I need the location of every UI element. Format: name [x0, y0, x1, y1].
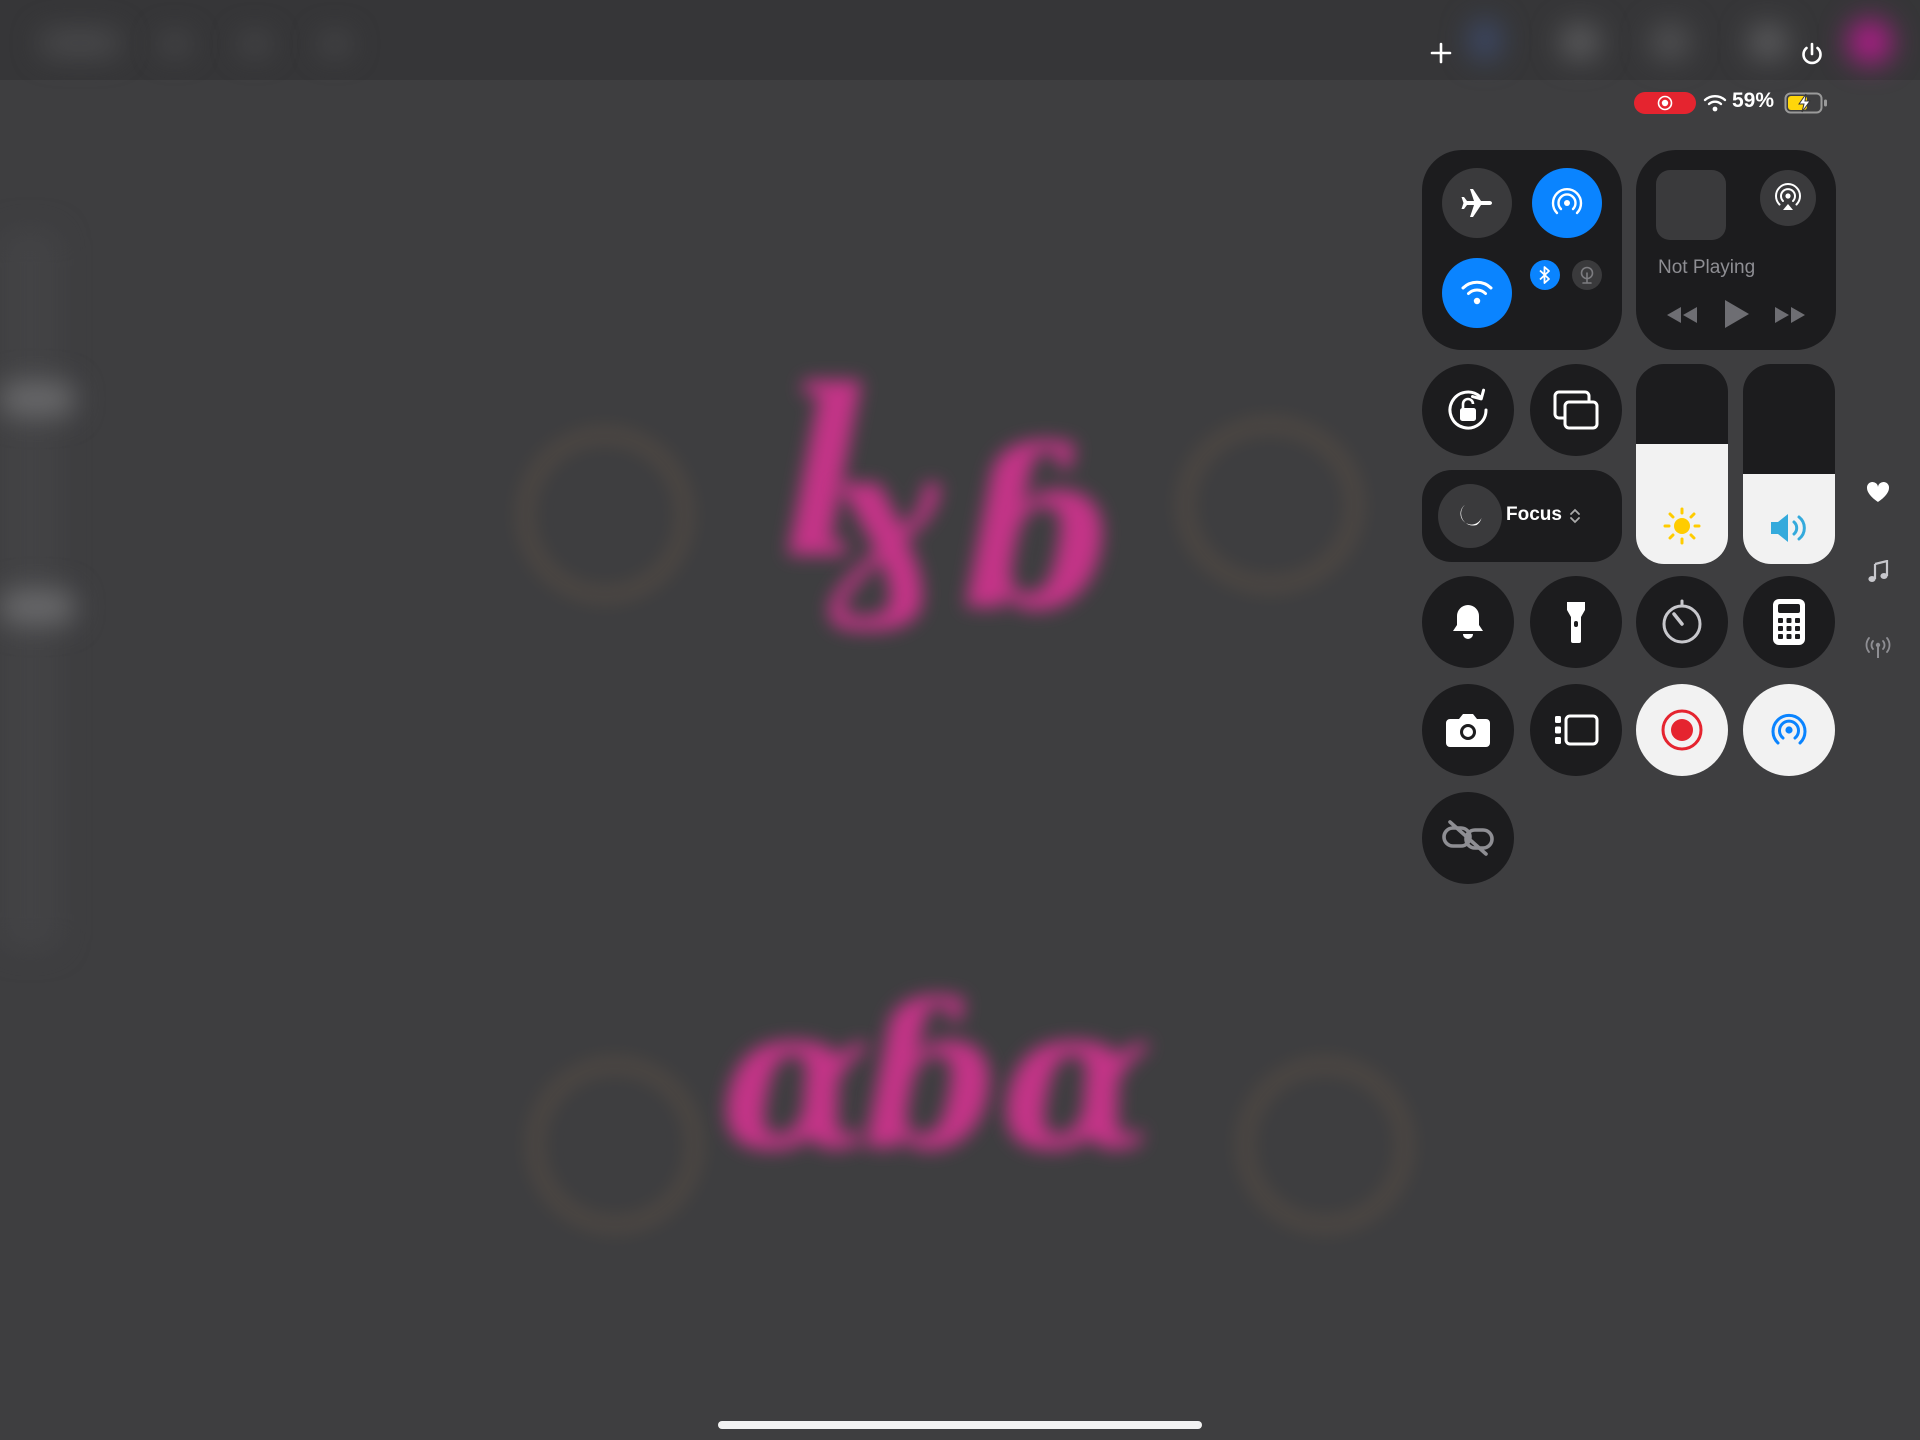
- now-playing-status: Not Playing: [1658, 257, 1756, 278]
- focus-button[interactable]: Focus: [1422, 470, 1622, 562]
- battery-charging-icon: [1784, 90, 1830, 116]
- background-toolbar-item: [1650, 24, 1690, 60]
- chevron-up-down-icon: [1568, 506, 1582, 526]
- background-slider-handle: [0, 382, 75, 416]
- home-indicator[interactable]: [718, 1421, 1202, 1429]
- bluetooth-icon: [1539, 266, 1550, 284]
- link-icon: [1442, 820, 1494, 856]
- background-artwork-top: ɓ: [960, 400, 1114, 659]
- background-artwork-top: ɣ: [820, 400, 941, 635]
- hearing-icon: [1771, 713, 1807, 745]
- background-art-swirl: [1240, 1060, 1410, 1230]
- screen-record-icon: [1661, 709, 1703, 751]
- wifi-toggle[interactable]: [1442, 258, 1512, 328]
- cellular-toggle[interactable]: [1572, 260, 1602, 290]
- background-toolbar: [0, 0, 1920, 80]
- add-control-button[interactable]: [1426, 38, 1456, 68]
- battery-percentage: 59%: [1732, 89, 1775, 112]
- background-artwork-bottom: ɓ: [860, 960, 1000, 1195]
- connectivity-module: [1422, 150, 1622, 350]
- wifi-status-icon: [1702, 92, 1728, 114]
- wifi-icon: [1461, 280, 1493, 305]
- screen-mirroring-icon: [1553, 390, 1599, 430]
- favorites-page-button[interactable]: [1864, 478, 1892, 506]
- connectivity-page-button[interactable]: [1864, 634, 1892, 662]
- background-toolbar-item: [40, 30, 120, 56]
- background-art-swirl: [1180, 420, 1360, 590]
- focus-label: Focus: [1506, 504, 1562, 525]
- background-toolbar-item: [1748, 24, 1788, 60]
- calculator-button[interactable]: [1743, 576, 1835, 668]
- play-icon: [1725, 300, 1749, 328]
- background-art-swirl: [520, 430, 690, 600]
- fast-forward-button[interactable]: [1770, 300, 1810, 330]
- screen-recording-indicator[interactable]: [1634, 92, 1696, 114]
- background-artwork-bottom: ɑ: [1000, 960, 1154, 1195]
- calculator-icon: [1773, 599, 1805, 645]
- speaker-icon: [1771, 514, 1806, 542]
- screen-lock-rotation-icon: [1448, 388, 1488, 430]
- power-button[interactable]: [1796, 38, 1828, 70]
- airdrop-icon: [1551, 188, 1583, 215]
- background-art-swirl: [530, 1060, 700, 1230]
- timer-button[interactable]: [1636, 576, 1728, 668]
- background-slider-handle: [0, 590, 75, 624]
- hearing-button[interactable]: [1743, 684, 1835, 776]
- bluetooth-toggle[interactable]: [1530, 260, 1560, 290]
- cellular-icon: [1580, 266, 1594, 284]
- camera-icon: [1446, 714, 1490, 747]
- link-button[interactable]: [1422, 792, 1514, 884]
- play-button[interactable]: [1718, 296, 1754, 332]
- background-color-swatch: [1848, 20, 1892, 64]
- rewind-button[interactable]: [1662, 300, 1702, 330]
- silent-mode-button[interactable]: [1422, 576, 1514, 668]
- airdrop-toggle[interactable]: [1532, 168, 1602, 238]
- volume-slider[interactable]: [1743, 364, 1835, 564]
- stage-manager-button[interactable]: [1530, 684, 1622, 776]
- flashlight-icon: [1567, 602, 1585, 643]
- sun-icon: [1663, 507, 1701, 545]
- background-toolbar-item: [1470, 20, 1500, 60]
- camera-button[interactable]: [1422, 684, 1514, 776]
- power-icon: [1802, 42, 1822, 65]
- background-artwork-bottom: ɑ: [720, 960, 874, 1195]
- heart-icon: [1866, 481, 1890, 502]
- background-toolbar-item: [320, 34, 350, 54]
- bell-icon: [1453, 605, 1483, 639]
- stage-manager-icon: [1555, 714, 1599, 746]
- airplay-button[interactable]: [1760, 170, 1816, 226]
- brightness-slider[interactable]: [1636, 364, 1728, 564]
- screen-record-button[interactable]: [1636, 684, 1728, 776]
- orientation-lock-button[interactable]: [1422, 364, 1514, 456]
- airplay-audio-icon: [1775, 183, 1801, 210]
- fast-forward-icon: [1775, 307, 1805, 323]
- background-toolbar-item: [1560, 24, 1600, 60]
- moon-icon: [1460, 504, 1482, 526]
- now-playing-module[interactable]: Not Playing: [1636, 150, 1836, 350]
- focus-icon-circle: [1438, 484, 1502, 548]
- music-note-icon: [1868, 560, 1889, 582]
- background-toolbar-item: [240, 34, 270, 54]
- timer-icon: [1662, 599, 1702, 644]
- brightness-fill: [1636, 444, 1728, 564]
- screen-mirroring-button[interactable]: [1530, 364, 1622, 456]
- album-artwork: [1656, 170, 1726, 240]
- rewind-icon: [1667, 307, 1697, 323]
- plus-icon: [1430, 42, 1452, 64]
- record-indicator-icon: [1657, 95, 1673, 111]
- airplane-mode-toggle[interactable]: [1442, 168, 1512, 238]
- airplane-icon: [1461, 189, 1492, 217]
- flashlight-button[interactable]: [1530, 576, 1622, 668]
- antenna-icon: [1865, 637, 1891, 658]
- background-toolbar-item: [160, 34, 190, 54]
- music-page-button[interactable]: [1864, 558, 1892, 586]
